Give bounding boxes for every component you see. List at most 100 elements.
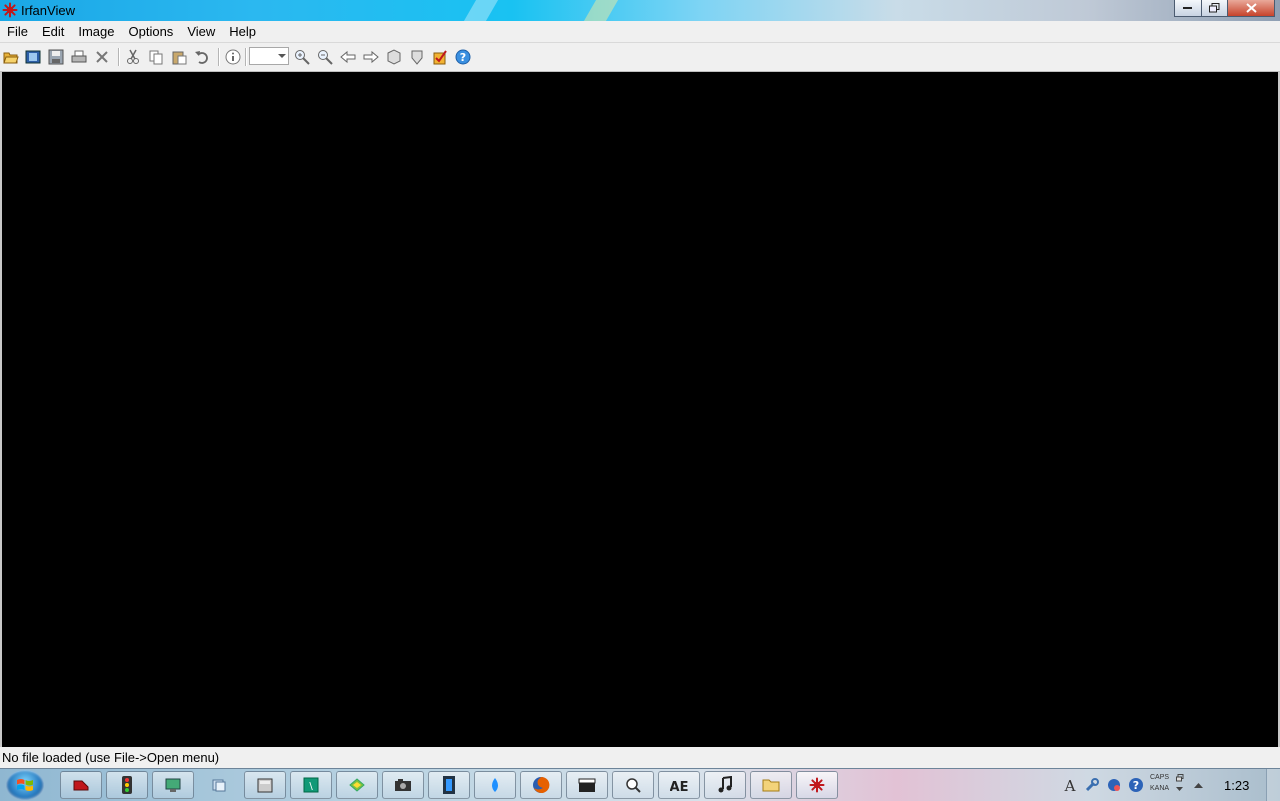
undo-icon <box>195 51 208 64</box>
window-title: IrfanView <box>21 3 75 18</box>
show-desktop-button[interactable] <box>1266 769 1280 801</box>
menu-options[interactable]: Options <box>122 21 181 42</box>
last-icon <box>411 50 423 65</box>
last-button[interactable] <box>407 47 427 67</box>
traffic-light-icon <box>122 776 132 794</box>
help-icon[interactable]: ? <box>1128 777 1144 793</box>
decoration <box>463 0 499 21</box>
cut-button[interactable] <box>123 47 143 67</box>
ime-mode-icon[interactable] <box>1106 777 1122 793</box>
title-bar[interactable]: IrfanView <box>0 0 1280 21</box>
film-icon <box>443 776 455 794</box>
zoom-out-button[interactable] <box>315 47 335 67</box>
next-button[interactable] <box>361 47 381 67</box>
windows-logo-icon <box>17 779 33 791</box>
chevron-down-icon <box>278 54 286 58</box>
system-tray: A ? <box>1062 769 1150 801</box>
taskbar-app-irfanview[interactable] <box>796 771 838 799</box>
tools-icon[interactable] <box>1084 777 1100 793</box>
toolbar-separator <box>118 48 120 66</box>
camera-icon <box>395 779 411 791</box>
open-icon <box>3 52 19 64</box>
menu-help[interactable]: Help <box>222 21 263 42</box>
clock[interactable]: 1:23 <box>1224 778 1249 793</box>
windows-icon <box>212 779 226 792</box>
taskbar-app-10[interactable] <box>474 771 516 799</box>
maximize-button[interactable] <box>1201 0 1228 17</box>
menu-edit[interactable]: Edit <box>35 21 71 42</box>
caps-label: CAPS <box>1150 774 1170 781</box>
magnifier-icon <box>626 778 641 793</box>
taskbar-app-explorer[interactable] <box>750 771 792 799</box>
text-editor-icon: \ <box>303 777 319 793</box>
image-viewport[interactable] <box>0 72 1280 747</box>
menu-file[interactable]: File <box>0 21 35 42</box>
taskbar-app-3[interactable] <box>152 771 194 799</box>
taskbar-app-14[interactable]: AE <box>658 771 700 799</box>
copy-icon <box>149 50 163 65</box>
menu-view[interactable]: View <box>180 21 222 42</box>
taskbar-app-12[interactable] <box>566 771 608 799</box>
taskbar-app-8[interactable] <box>382 771 424 799</box>
toolbar-separator <box>245 48 247 66</box>
folder-icon <box>762 779 780 792</box>
restore-small-icon[interactable] <box>1176 774 1184 782</box>
caps-kana-indicator[interactable]: CAPS KANA <box>1150 772 1169 794</box>
decoration <box>583 0 619 21</box>
print-icon <box>71 50 87 63</box>
minimize-button[interactable] <box>1174 0 1202 17</box>
close-button[interactable] <box>1227 0 1275 17</box>
zoom-out-icon <box>318 50 333 65</box>
start-button[interactable] <box>6 770 44 800</box>
zoom-dropdown[interactable] <box>249 47 289 65</box>
save-button[interactable] <box>46 47 66 67</box>
help-icon: ? <box>455 49 471 65</box>
copy-button[interactable] <box>146 47 166 67</box>
taskbar-app-9[interactable] <box>428 771 470 799</box>
taskbar-app-13[interactable] <box>612 771 654 799</box>
calculator-icon <box>257 778 273 793</box>
text-ae-icon: AE <box>670 780 688 793</box>
taskbar-app-5[interactable] <box>244 771 286 799</box>
taskbar-app-1[interactable] <box>60 771 102 799</box>
paste-icon <box>172 51 187 65</box>
taskbar: \ AE A ? CAPS KANA 1:23 <box>0 768 1280 801</box>
cut-icon <box>127 49 139 64</box>
taskbar-app-firefox[interactable] <box>520 771 562 799</box>
save-icon <box>48 49 64 65</box>
menu-image[interactable]: Image <box>71 21 121 42</box>
chevron-down-icon[interactable] <box>1176 787 1183 792</box>
paste-button[interactable] <box>169 47 189 67</box>
thumbnails-button[interactable] <box>430 47 450 67</box>
kana-label: KANA <box>1150 785 1170 792</box>
help-button[interactable]: ? <box>453 47 473 67</box>
undo-button[interactable] <box>192 47 212 67</box>
taskbar-app-15[interactable] <box>704 771 746 799</box>
svg-text:A: A <box>1064 777 1076 793</box>
show-hidden-icons-icon[interactable] <box>1194 782 1203 788</box>
taskbar-app-6[interactable]: \ <box>290 771 332 799</box>
zoom-in-button[interactable] <box>292 47 312 67</box>
irfanview-icon <box>809 777 825 793</box>
first-button[interactable] <box>384 47 404 67</box>
svg-text:?: ? <box>460 51 466 64</box>
next-icon <box>363 50 379 64</box>
svg-text:?: ? <box>1133 779 1139 792</box>
slideshow-button[interactable] <box>23 47 43 67</box>
previous-icon <box>340 50 356 64</box>
open-button[interactable] <box>1 47 21 67</box>
network-icon <box>165 778 181 792</box>
shoe-icon <box>73 780 89 791</box>
taskbar-app-4[interactable] <box>198 771 240 799</box>
toolbar-separator <box>218 48 220 66</box>
slideshow-icon <box>25 50 41 64</box>
taskbar-app-2[interactable] <box>106 771 148 799</box>
zoom-in-icon <box>295 50 310 65</box>
previous-button[interactable] <box>338 47 358 67</box>
delete-button[interactable] <box>92 47 112 67</box>
svg-text:AE: AE <box>670 780 688 793</box>
info-button[interactable] <box>223 47 243 67</box>
print-button[interactable] <box>69 47 89 67</box>
taskbar-app-7[interactable] <box>336 771 378 799</box>
ime-icon[interactable]: A <box>1062 777 1078 793</box>
